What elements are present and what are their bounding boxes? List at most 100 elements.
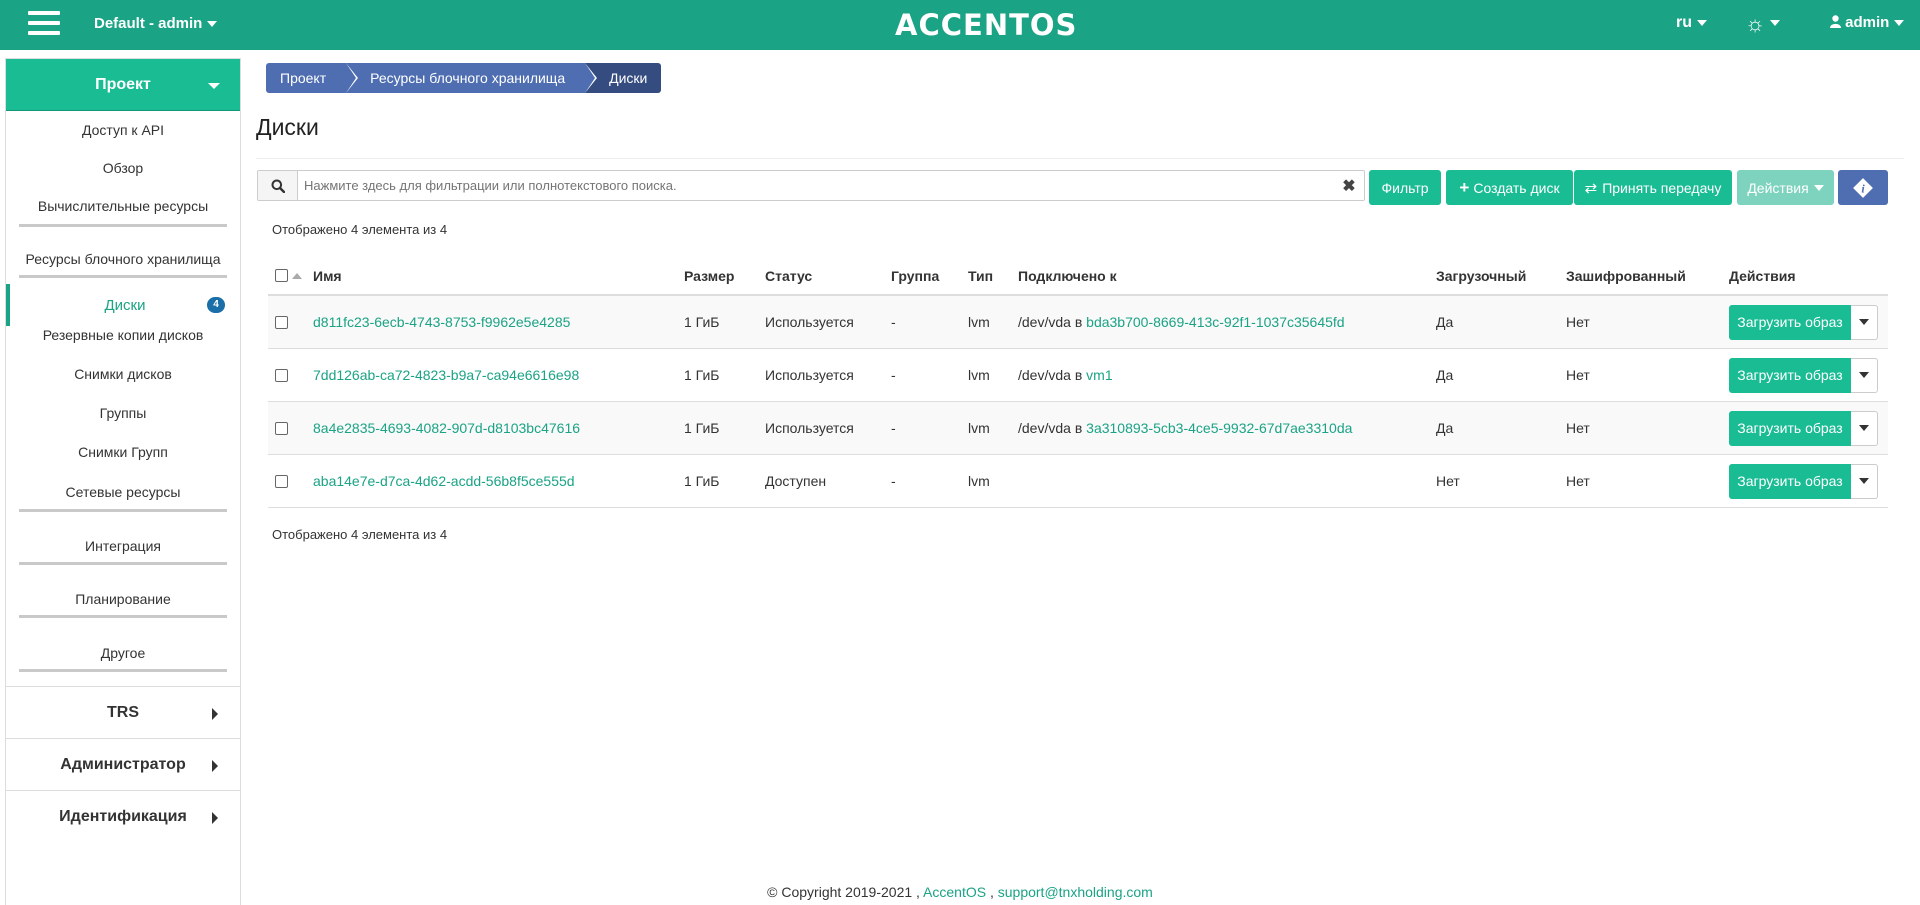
volume-name-link[interactable]: 7dd126ab-ca72-4823-b9a7-ca94e6616e98 <box>313 349 579 401</box>
sidebar-item-group-snapshots[interactable]: Снимки Групп <box>6 444 240 460</box>
chevron-down-icon <box>1859 319 1869 325</box>
project-selector-label: Default - admin <box>94 15 203 32</box>
table-row: 8a4e2835-4693-4082-907d-d8103bc47616 1 Г… <box>268 402 1888 455</box>
volume-status: Используется <box>765 367 854 383</box>
sidebar-group-scheduling[interactable]: Планирование <box>19 591 227 618</box>
theme-selector[interactable]: ☼ <box>1745 11 1781 37</box>
sidebar-group-compute[interactable]: Вычислительные ресурсы <box>19 198 227 227</box>
chevron-down-icon <box>1697 19 1707 26</box>
accentos-link[interactable]: AccentOS <box>923 884 986 900</box>
sidebar-section-admin[interactable]: Администратор <box>6 738 240 790</box>
search-input[interactable] <box>298 171 1334 200</box>
select-all-checkbox[interactable] <box>275 269 288 282</box>
row-actions-dropdown[interactable] <box>1851 410 1878 446</box>
attach-device: /dev/vda в <box>1018 367 1083 383</box>
create-volume-button[interactable]: + Создать диск <box>1446 170 1573 205</box>
attached-instance-link[interactable]: vm1 <box>1086 367 1112 383</box>
header-actions: Действия <box>1729 267 1796 284</box>
header-name[interactable]: Имя <box>313 257 342 294</box>
chevron-down-icon <box>1813 184 1824 191</box>
sidebar-section-label: TRS <box>107 703 139 721</box>
sidebar-item-overview[interactable]: Обзор <box>6 160 240 176</box>
volume-bootable: Да <box>1436 367 1454 383</box>
search-button[interactable] <box>258 171 298 200</box>
actions-label: Действия <box>1747 179 1809 196</box>
volume-bootable: Да <box>1436 314 1454 330</box>
attached-instance-link[interactable]: bda3b700-8669-413c-92f1-1037c35645fd <box>1086 314 1344 330</box>
chevron-down-icon <box>1894 20 1905 27</box>
sort-asc-icon[interactable] <box>292 272 302 279</box>
menu-toggle-icon[interactable] <box>28 11 60 39</box>
breadcrumb-block-storage[interactable]: Ресурсы блочного хранилища <box>346 63 598 93</box>
upload-image-button[interactable]: Загрузить образ <box>1729 357 1851 393</box>
breadcrumb: Проект Ресурсы блочного хранилища Диски <box>266 63 662 93</box>
sidebar-group-integration[interactable]: Интеграция <box>19 538 227 565</box>
breadcrumb-label: Проект <box>280 70 327 86</box>
row-checkbox[interactable] <box>275 368 288 382</box>
filter-button[interactable]: Фильтр <box>1369 170 1441 205</box>
sidebar-group-block-storage[interactable]: Ресурсы блочного хранилища <box>19 251 227 278</box>
header-status[interactable]: Статус <box>765 257 812 294</box>
volume-attached: /dev/vda в vm1 <box>1018 349 1113 401</box>
clear-icon[interactable]: ✖ <box>1334 171 1364 200</box>
header-size[interactable]: Размер <box>684 257 734 294</box>
upload-image-button[interactable]: Загрузить образ <box>1729 304 1851 340</box>
breadcrumb-project[interactable]: Проект <box>266 63 359 93</box>
sidebar-item-volume-backups[interactable]: Резервные копии дисков <box>6 327 240 343</box>
sidebar-project-header[interactable]: Проект <box>6 59 240 111</box>
sidebar-group-network[interactable]: Сетевые ресурсы <box>19 484 227 512</box>
chevron-right-icon <box>212 760 218 772</box>
sidebar-section-trs[interactable]: TRS <box>6 686 240 738</box>
volume-group: - <box>891 314 896 330</box>
row-checkbox[interactable] <box>275 474 288 488</box>
header-group[interactable]: Группа <box>891 257 939 294</box>
upload-image-button[interactable]: Загрузить образ <box>1729 410 1851 446</box>
chevron-right-icon <box>212 812 218 824</box>
exchange-icon: ⇄ <box>1584 179 1598 197</box>
header-encrypted[interactable]: Зашифрованный <box>1566 257 1686 294</box>
volume-name-link[interactable]: aba14e7e-d7ca-4d62-acdd-56b8f5ce555d <box>313 455 575 507</box>
row-actions-dropdown[interactable] <box>1851 304 1878 340</box>
search-icon <box>271 179 285 193</box>
header-attached[interactable]: Подключено к <box>1018 257 1117 294</box>
actions-dropdown[interactable]: Действия <box>1737 170 1834 205</box>
help-icon: i <box>1853 177 1873 198</box>
footer-separator: , <box>989 884 994 900</box>
help-button[interactable]: i <box>1838 170 1888 205</box>
header-bootable[interactable]: Загрузочный <box>1436 257 1526 294</box>
sidebar-item-api-access[interactable]: Доступ к API <box>6 122 240 138</box>
logo: ACCENTOS <box>895 8 1078 42</box>
volume-name-link[interactable]: 8a4e2835-4693-4082-907d-d8103bc47616 <box>313 402 580 454</box>
select-all <box>275 257 302 294</box>
sidebar-group-other[interactable]: Другое <box>19 645 227 672</box>
user-menu[interactable]: admin <box>1830 14 1905 31</box>
sidebar-item-volume-snapshots[interactable]: Снимки дисков <box>6 366 240 382</box>
support-email-link[interactable]: support@tnxholding.com <box>998 884 1153 900</box>
row-checkbox[interactable] <box>275 421 288 435</box>
sidebar-section-label: Администратор <box>60 755 186 773</box>
row-actions-dropdown[interactable] <box>1851 357 1878 393</box>
header-type[interactable]: Тип <box>968 257 993 294</box>
row-checkbox[interactable] <box>275 315 288 329</box>
row-actions: Загрузить образ <box>1729 296 1878 348</box>
volume-status: Используется <box>765 314 854 330</box>
row-actions-dropdown[interactable] <box>1851 463 1878 499</box>
attached-instance-link[interactable]: 3a310893-5cb3-4ce5-9932-67d7ae3310da <box>1086 420 1352 436</box>
accept-transfer-button[interactable]: ⇄ Принять передачу <box>1574 170 1732 205</box>
volume-type: lvm <box>968 314 990 330</box>
count-badge: 4 <box>207 297 225 313</box>
table-row: 7dd126ab-ca72-4823-b9a7-ca94e6616e98 1 Г… <box>268 349 1888 402</box>
upload-image-button[interactable]: Загрузить образ <box>1729 463 1851 499</box>
project-selector[interactable]: Default - admin <box>94 15 218 32</box>
copyright-text: © Copyright 2019-2021 , <box>767 884 920 900</box>
volume-status: Доступен <box>765 473 827 489</box>
language-selector[interactable]: ru <box>1676 14 1707 32</box>
volume-name-link[interactable]: d811fc23-6ecb-4743-8753-f9962e5e4285 <box>313 296 570 348</box>
table-row: aba14e7e-d7ca-4d62-acdd-56b8f5ce555d 1 Г… <box>268 455 1888 508</box>
sidebar-section-identity[interactable]: Идентификация <box>6 790 240 842</box>
sidebar-item-volumes[interactable]: Диски 4 <box>6 284 240 326</box>
sidebar-item-groups[interactable]: Группы <box>6 405 240 421</box>
breadcrumb-label: Ресурсы блочного хранилища <box>370 70 566 86</box>
row-actions: Загрузить образ <box>1729 402 1878 454</box>
volume-size: 1 ГиБ <box>684 420 720 436</box>
